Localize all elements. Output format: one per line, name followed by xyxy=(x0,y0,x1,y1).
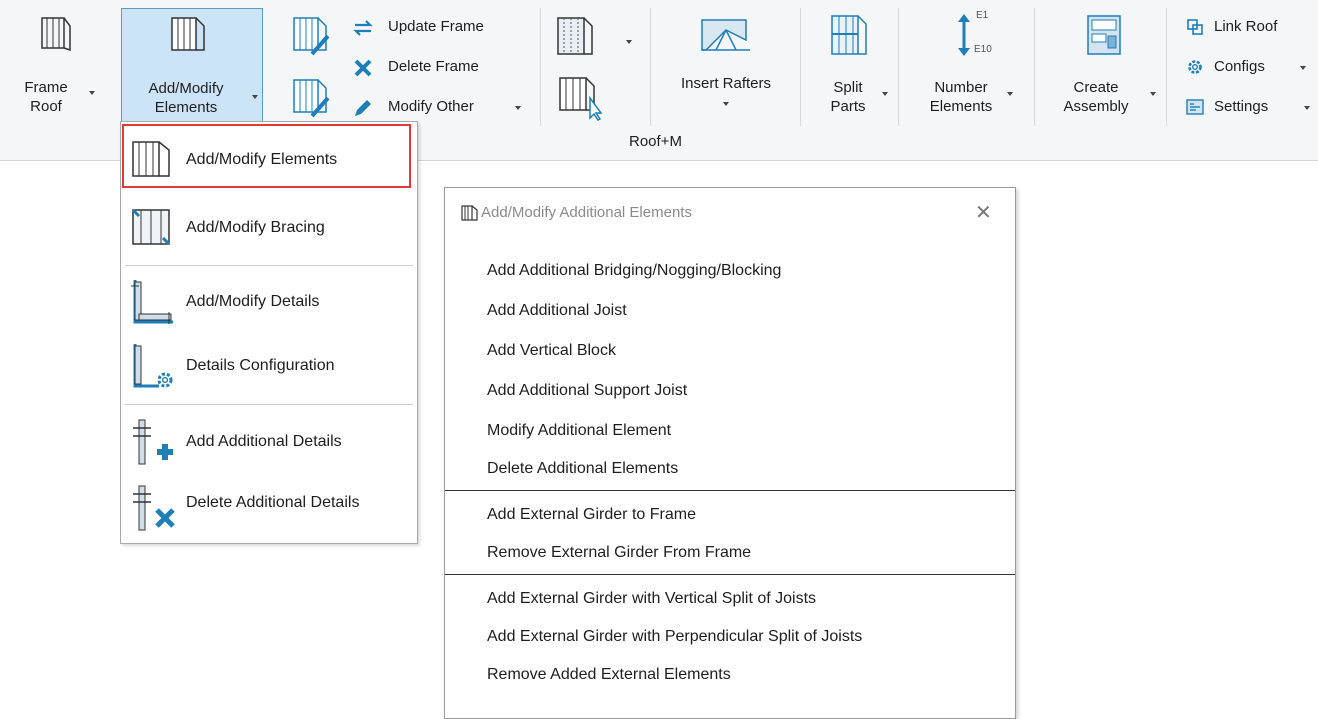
select-frame-icon[interactable] xyxy=(556,70,606,122)
frame-modify-icon xyxy=(293,79,330,118)
pencil-icon xyxy=(355,100,371,116)
panel-item-girder-perpendicular-split[interactable]: Add External Girder with Perpendicular S… xyxy=(487,628,862,646)
menu-item-label: Details Configuration xyxy=(186,357,335,374)
panel-item-remove-external-elements[interactable]: Remove Added External Elements xyxy=(487,666,731,684)
link-roof-button[interactable]: Link Roof xyxy=(1186,16,1312,40)
frame-roof-button[interactable]: Frame Roof xyxy=(16,8,102,126)
chevron-down-icon xyxy=(882,92,888,96)
chevron-down-icon xyxy=(1300,66,1306,70)
link-icon xyxy=(1187,19,1203,35)
split-parts-button[interactable]: Split Parts xyxy=(812,8,892,122)
link-roof-label: Link Roof xyxy=(1214,18,1278,35)
menu-item-label: Add/Modify Details xyxy=(186,293,320,310)
details-icon xyxy=(131,280,173,324)
panel-item-modify-element[interactable]: Modify Additional Element xyxy=(487,422,671,440)
panel-title: Add/Modify Additional Elements xyxy=(481,204,692,221)
highlight-box xyxy=(122,124,411,188)
delete-frame-label: Delete Frame xyxy=(388,58,479,75)
frame-roof-label-2: Roof xyxy=(30,98,62,115)
menu-item-delete-additional-details[interactable]: Delete Additional Details xyxy=(121,478,417,538)
number-arrow-icon xyxy=(958,14,970,56)
chevron-down-icon xyxy=(626,40,632,44)
add-modify-label-2: Elements xyxy=(154,99,218,116)
settings-button[interactable]: Settings xyxy=(1186,96,1312,120)
ribbon-divider xyxy=(898,8,899,126)
menu-separator xyxy=(125,265,413,266)
chevron-down-icon xyxy=(1007,92,1013,96)
ribbon-divider xyxy=(800,8,801,126)
menu-item-label: Delete Additional Details xyxy=(186,494,360,511)
delete-x-icon xyxy=(354,59,372,77)
column-split-button[interactable] xyxy=(552,8,632,64)
assembly-icon xyxy=(1087,15,1121,55)
rafters-icon xyxy=(701,19,750,51)
ribbon-group-title: Roof+M xyxy=(629,133,682,150)
number-elements-label-2: Elements xyxy=(929,98,993,115)
chevron-down-icon xyxy=(515,106,521,110)
add-details-icon xyxy=(133,419,173,465)
create-assembly-button[interactable]: Create Assembly xyxy=(1046,8,1156,122)
add-modify-label-1: Add/Modify xyxy=(148,80,224,97)
menu-item-label: Add Additional Details xyxy=(186,433,342,450)
ribbon-divider xyxy=(1166,8,1167,126)
panel-separator xyxy=(445,490,1015,491)
split-parts-label-2: Parts xyxy=(830,98,866,115)
insert-rafters-label: Insert Rafters xyxy=(680,75,772,92)
ribbon-divider xyxy=(1034,8,1035,126)
menu-item-details-configuration[interactable]: Details Configuration xyxy=(121,336,417,396)
menu-separator xyxy=(125,404,413,405)
create-assembly-label-2: Assembly xyxy=(1063,98,1129,115)
panel-item-add-external-girder[interactable]: Add External Girder to Frame xyxy=(487,506,696,524)
add-modify-elements-icon xyxy=(171,17,205,51)
configs-button[interactable]: Configs xyxy=(1186,56,1312,80)
e1-label: E1 xyxy=(976,10,989,21)
chevron-down-icon xyxy=(252,95,258,99)
settings-panel-icon xyxy=(1186,99,1204,115)
ribbon-divider xyxy=(650,8,651,126)
menu-item-label: Add/Modify Bracing xyxy=(186,219,325,236)
chevron-down-icon xyxy=(1304,106,1310,110)
number-elements-button[interactable]: E1 E10 Number Elements xyxy=(910,8,1022,122)
modify-other-label: Modify Other xyxy=(388,98,474,115)
configs-label: Configs xyxy=(1214,58,1265,75)
panel-item-vertical-block[interactable]: Add Vertical Block xyxy=(487,342,616,360)
add-modify-elements-button[interactable]: Add/Modify Elements xyxy=(121,8,263,122)
update-frame-label: Update Frame xyxy=(388,18,484,35)
details-config-icon xyxy=(133,344,173,388)
panel-item-girder-vertical-split[interactable]: Add External Girder with Vertical Split … xyxy=(487,590,816,608)
panel-item-delete-elements[interactable]: Delete Additional Elements xyxy=(487,460,678,478)
additional-elements-panel: Add/Modify Additional Elements ✕ Add Add… xyxy=(444,187,1016,719)
chevron-down-icon xyxy=(723,102,729,106)
menu-item-add-modify-details[interactable]: Add/Modify Details xyxy=(121,272,417,332)
split-parts-label-1: Split xyxy=(833,79,863,96)
menu-item-add-modify-bracing[interactable]: Add/Modify Bracing xyxy=(121,198,417,258)
delete-details-icon xyxy=(133,485,175,531)
panel-item-joist[interactable]: Add Additional Joist xyxy=(487,302,627,320)
split-parts-icon xyxy=(831,15,867,55)
chevron-down-icon xyxy=(1150,92,1156,96)
panel-item-bridging[interactable]: Add Additional Bridging/Nogging/Blocking xyxy=(487,262,781,280)
frame-roof-label-1: Frame xyxy=(24,79,68,96)
panel-separator xyxy=(445,574,1015,575)
column-frame-icon xyxy=(557,17,593,55)
create-assembly-label-1: Create xyxy=(1073,79,1119,96)
close-icon[interactable]: ✕ xyxy=(975,200,992,225)
chevron-down-icon xyxy=(89,91,95,95)
sync-icon xyxy=(353,20,373,36)
frame-edit-icon xyxy=(293,17,330,56)
gear-icon xyxy=(1188,60,1202,74)
panel-frame-icon xyxy=(461,205,478,221)
ribbon-divider xyxy=(540,8,541,126)
number-elements-label-1: Number xyxy=(934,79,988,96)
settings-label: Settings xyxy=(1214,98,1269,115)
insert-rafters-button[interactable]: Insert Rafters xyxy=(662,8,790,122)
panel-item-remove-external-girder[interactable]: Remove External Girder From Frame xyxy=(487,544,751,562)
bracing-icon xyxy=(131,208,171,246)
panel-item-support-joist[interactable]: Add Additional Support Joist xyxy=(487,382,687,400)
e10-label: E10 xyxy=(974,44,992,55)
frame-roof-icon xyxy=(41,17,71,52)
menu-item-add-additional-details[interactable]: Add Additional Details xyxy=(121,412,417,472)
